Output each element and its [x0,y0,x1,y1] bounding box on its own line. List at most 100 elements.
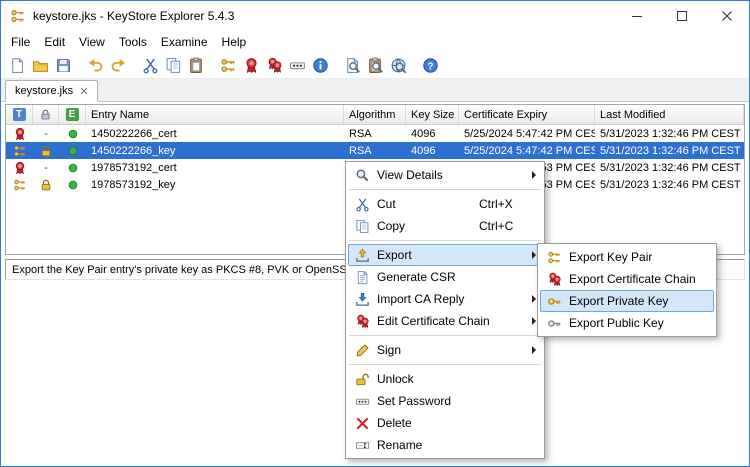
key-grey-icon [541,316,567,331]
column-header-type[interactable]: T [6,105,33,124]
menu-separator [349,364,541,365]
column-header-last-modified[interactable]: Last Modified [595,105,744,124]
password-icon [349,394,375,409]
certificate-expiry-cell: 5/25/2024 5:47:42 PM CEST [459,125,595,142]
set-password-button[interactable] [286,54,309,77]
context-menu-item-unlock[interactable]: Unlock [348,368,542,390]
examine-clipboard-icon [367,57,384,74]
context-menu-item-export[interactable]: Export [348,244,542,266]
menu-item-label: Import CA Reply [375,292,527,306]
expiry-ok-icon [66,178,80,192]
properties-button[interactable] [309,54,332,77]
examine-clipboard-button[interactable] [364,54,387,77]
menu-item-label: Rename [375,438,527,452]
menu-item-label: Export Key Pair [567,250,699,264]
lock-status-cell: - [33,125,59,142]
toolbar-separator [414,56,415,74]
open-icon [32,57,49,74]
algorithm-cell: RSA [344,142,406,159]
table-row-1450222266-cert[interactable]: -1450222266_certRSA40965/25/2024 5:47:42… [6,125,744,142]
tab-close-icon[interactable] [80,87,88,95]
context-menu-item-copy[interactable]: CopyCtrl+C [348,215,542,237]
table-row-1450222266-key[interactable]: 1450222266_keyRSA40965/25/2024 5:47:42 P… [6,142,744,159]
context-menu-item-sign[interactable]: Sign [348,339,542,361]
paste-button[interactable] [185,54,208,77]
export-submenu: Export Key Pair Export Certificate Chain E… [537,243,717,337]
column-header-entry-name[interactable]: Entry Name [86,105,344,124]
context-menu-item-import-ca-reply[interactable]: Import CA Reply [348,288,542,310]
lock-status-cell [33,142,59,159]
submenu-item-export-private-key[interactable]: Export Private Key [540,290,714,312]
column-header-lock-status[interactable] [33,105,59,124]
key-size-cell: 4096 [406,142,459,159]
rename-icon [349,438,375,453]
menu-item-label: Export Certificate Chain [567,272,699,286]
copy-button[interactable] [162,54,185,77]
open-button[interactable] [29,54,52,77]
generate-key-pair-icon [220,57,237,74]
cut-icon [349,197,375,212]
last-modified-cell: 5/31/2023 1:32:46 PM CEST [595,176,744,193]
toolbar-separator [212,56,213,74]
expiry-ok-icon [66,161,80,175]
undo-icon [87,57,104,74]
context-menu-item-edit-certificate-chain[interactable]: Edit Certificate Chain [348,310,542,332]
new-button[interactable] [6,54,29,77]
minimize-button[interactable] [614,2,659,31]
paste-icon [188,57,205,74]
context-menu-item-set-password[interactable]: Set Password [348,390,542,412]
column-header-certificate-expiry[interactable]: Certificate Expiry [459,105,595,124]
examine-file-button[interactable] [341,54,364,77]
import-trusted-certificate-button[interactable] [240,54,263,77]
context-menu-item-delete[interactable]: Delete [348,412,542,434]
last-modified-cell: 5/31/2023 1:32:46 PM CEST [595,159,744,176]
menu-view[interactable]: View [72,32,112,52]
submenu-item-export-certificate-chain[interactable]: Export Certificate Chain [540,268,714,290]
cut-button[interactable] [139,54,162,77]
examine-ssl-button[interactable] [387,54,410,77]
submenu-item-export-key-pair[interactable]: Export Key Pair [540,246,714,268]
copy-icon [349,219,375,234]
status-text: Export the Key Pair entry's private key … [12,264,353,276]
menu-help[interactable]: Help [215,32,254,52]
context-menu: View Details CutCtrl+XCopyCtrl+C ExportGen… [345,161,545,459]
last-modified-cell: 5/31/2023 1:32:46 PM CEST [595,142,744,159]
tab-keystore-jks[interactable]: keystore.jks [5,80,98,102]
column-header-expiry-status[interactable]: E [59,105,86,124]
menu-separator [349,189,541,190]
titlebar: keystore.jks - KeyStore Explorer 5.4.3 [1,1,749,31]
keypair-icon [541,250,567,265]
context-menu-item-rename[interactable]: Rename [348,434,542,456]
context-menu-item-generate-csr[interactable]: Generate CSR [348,266,542,288]
menu-examine[interactable]: Examine [154,32,215,52]
submenu-item-export-public-key[interactable]: Export Public Key [540,312,714,334]
table-header: T EEntry NameAlgorithmKey SizeCertificate… [6,105,744,125]
context-menu-item-view-details[interactable]: View Details [348,164,542,186]
menu-item-label: Export Private Key [567,294,699,308]
menu-file[interactable]: File [4,32,37,52]
column-header-algorithm[interactable]: Algorithm [344,105,406,124]
maximize-button[interactable] [659,2,704,31]
no-password-dash: - [44,162,48,174]
menu-item-label: View Details [375,168,527,182]
sign-icon [349,343,375,358]
column-header-key-size[interactable]: Key Size [406,105,459,124]
key-pair-icon [13,178,27,192]
import-key-pair-button[interactable] [263,54,286,77]
svg-text:?: ? [427,61,433,72]
lock-status-cell: - [33,159,59,176]
save-button[interactable] [52,54,75,77]
context-menu-item-cut[interactable]: CutCtrl+X [348,193,542,215]
close-button[interactable] [704,2,749,31]
undo-button[interactable] [84,54,107,77]
entry-name-cell: 1978573192_key [86,176,344,193]
redo-button[interactable] [107,54,130,77]
generate-key-pair-button[interactable] [217,54,240,77]
copy-icon [165,57,182,74]
export-icon [349,248,375,263]
menu-tools[interactable]: Tools [112,32,154,52]
new-icon [9,57,26,74]
menu-edit[interactable]: Edit [37,32,72,52]
csr-icon [349,270,375,285]
help-button[interactable]: ? [419,54,442,77]
